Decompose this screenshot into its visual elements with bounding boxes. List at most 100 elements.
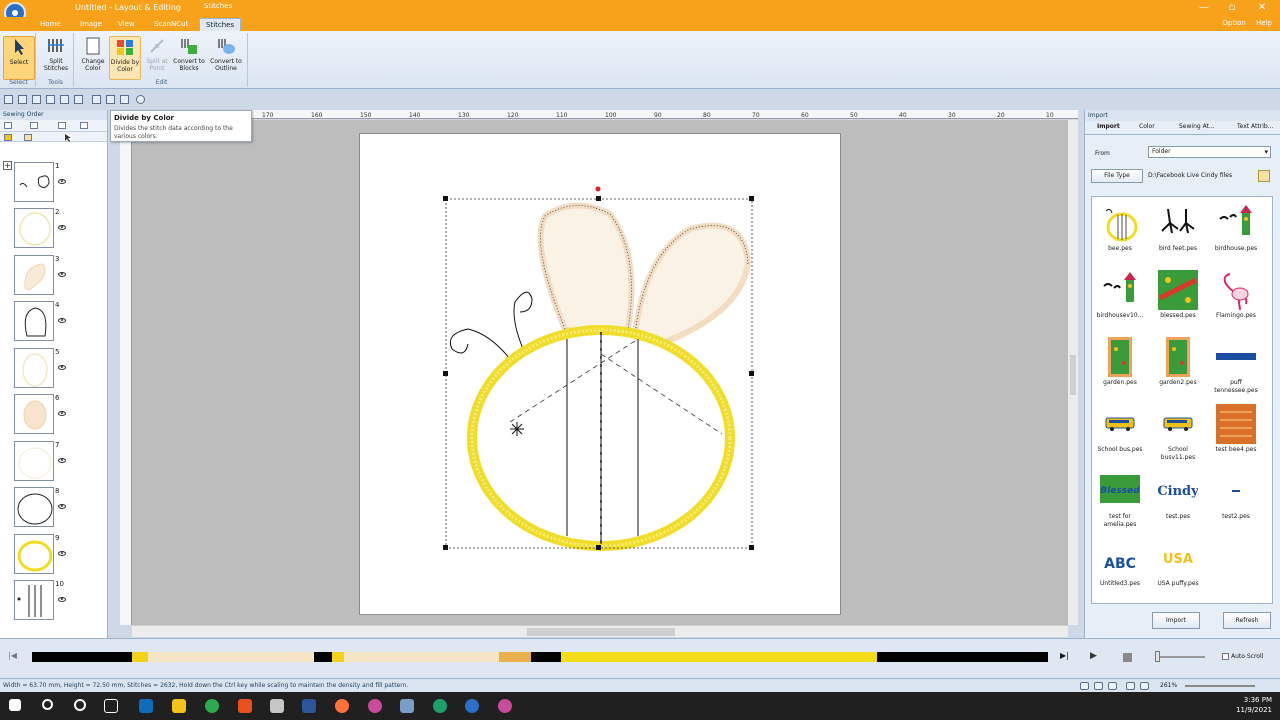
windows-start-icon[interactable] bbox=[9, 699, 21, 711]
color-icon[interactable] bbox=[4, 134, 12, 141]
view-icon[interactable] bbox=[106, 95, 115, 104]
play-icon[interactable]: ▶ bbox=[1090, 651, 1102, 663]
sewing-item-5[interactable] bbox=[14, 348, 54, 388]
tab-view[interactable]: View bbox=[112, 18, 141, 31]
color-segment[interactable] bbox=[332, 652, 344, 662]
auto-scroll-checkbox[interactable] bbox=[1222, 653, 1229, 660]
cortana-icon[interactable] bbox=[74, 699, 86, 711]
refresh-button[interactable]: Refresh bbox=[1223, 612, 1271, 629]
tab-text-attributes[interactable]: Text Attrib... bbox=[1237, 123, 1273, 130]
file-thumb[interactable]: test bee4.pes bbox=[1210, 404, 1262, 454]
vertical-scroll-thumb[interactable] bbox=[1070, 355, 1076, 395]
close-icon[interactable]: ✕ bbox=[1248, 1, 1276, 15]
visibility-eye-icon[interactable] bbox=[58, 225, 66, 230]
firefox-icon[interactable] bbox=[335, 699, 349, 713]
option-menu[interactable]: Option bbox=[1222, 19, 1245, 27]
file-type-button[interactable]: File Type bbox=[1091, 169, 1143, 183]
app-icon[interactable] bbox=[368, 699, 382, 713]
color-segment[interactable] bbox=[499, 652, 531, 662]
sewing-item-10[interactable] bbox=[14, 580, 54, 620]
visibility-eye-icon[interactable] bbox=[58, 272, 66, 277]
file-thumb[interactable]: garden2.pes bbox=[1152, 337, 1204, 387]
auto-scroll-toggle[interactable]: Auto Scroll bbox=[1222, 653, 1263, 660]
file-thumb[interactable]: bee.pes bbox=[1094, 203, 1146, 253]
file-thumb[interactable]: USA USA puffy.pes bbox=[1152, 538, 1204, 588]
sort-icon[interactable] bbox=[58, 122, 66, 129]
help-menu[interactable]: Help bbox=[1256, 19, 1272, 27]
color-segment[interactable] bbox=[561, 652, 877, 662]
file-thumb[interactable]: Flamingo.pes bbox=[1210, 270, 1262, 320]
sewing-item-1[interactable] bbox=[14, 162, 54, 202]
file-thumb[interactable]: garden.pes bbox=[1094, 337, 1146, 387]
preview-icon[interactable] bbox=[92, 95, 101, 104]
tab-import[interactable]: Import bbox=[1097, 123, 1120, 130]
visibility-eye-icon[interactable] bbox=[58, 504, 66, 509]
file-thumb[interactable]: ABC Untitled3.pes bbox=[1094, 538, 1146, 588]
color-sequence-bar[interactable] bbox=[32, 652, 1048, 662]
tab-sewing-attributes[interactable]: Sewing At... bbox=[1179, 123, 1215, 130]
tab-image[interactable]: Image bbox=[74, 18, 108, 31]
sewing-item-4[interactable] bbox=[14, 301, 54, 341]
color-segment[interactable] bbox=[32, 652, 132, 662]
change-color-button[interactable]: Change Color bbox=[77, 36, 109, 80]
minimize-icon[interactable]: — bbox=[1190, 1, 1218, 15]
layout-icon[interactable] bbox=[120, 95, 129, 104]
app-icon[interactable] bbox=[498, 699, 512, 713]
chrome-icon[interactable] bbox=[205, 699, 219, 713]
visibility-eye-icon[interactable] bbox=[58, 597, 66, 602]
sewing-item-8[interactable] bbox=[14, 487, 54, 527]
open-file-icon[interactable] bbox=[18, 95, 27, 104]
file-thumb[interactable]: birdhousev10... bbox=[1094, 270, 1146, 320]
grid-icon[interactable] bbox=[1126, 682, 1135, 690]
new-file-icon[interactable] bbox=[4, 95, 13, 104]
search-icon[interactable] bbox=[42, 699, 53, 710]
file-explorer-icon[interactable] bbox=[172, 699, 186, 713]
redo-icon[interactable] bbox=[74, 95, 83, 104]
color-segment[interactable] bbox=[314, 652, 332, 662]
file-thumb[interactable]: puff tennessee.pes bbox=[1210, 337, 1262, 395]
file-thumb[interactable]: Blessed test for amelia.pes bbox=[1094, 471, 1146, 529]
zoom-icon[interactable] bbox=[46, 95, 55, 104]
from-select[interactable]: Folder bbox=[1148, 146, 1271, 158]
color-segment[interactable] bbox=[148, 652, 314, 662]
visibility-eye-icon[interactable] bbox=[58, 179, 66, 184]
maximize-icon[interactable]: ▫ bbox=[1218, 1, 1246, 15]
file-thumb[interactable]: birdhouse.pes bbox=[1210, 203, 1262, 253]
file-thumb[interactable]: test2.pes bbox=[1210, 471, 1262, 521]
sewing-item-6[interactable] bbox=[14, 394, 54, 434]
fit-icon[interactable] bbox=[4, 122, 12, 129]
view-mode-icon[interactable] bbox=[1080, 682, 1089, 690]
tab-home[interactable]: Home bbox=[34, 18, 67, 31]
tab-stitches[interactable]: Stitches bbox=[199, 18, 242, 31]
help-icon[interactable] bbox=[136, 95, 145, 104]
select-button[interactable]: Select bbox=[3, 36, 35, 80]
file-thumb[interactable]: Cindy test.pes bbox=[1152, 471, 1204, 521]
file-thumb[interactable]: School bus.pes bbox=[1094, 404, 1146, 454]
clock[interactable]: 3:36 PM 11/9/2021 bbox=[1236, 695, 1272, 715]
file-thumb[interactable]: blessed.pes bbox=[1152, 270, 1204, 320]
office-icon[interactable] bbox=[238, 699, 252, 713]
color-segment[interactable] bbox=[132, 652, 148, 662]
horizontal-scroll-thumb[interactable] bbox=[527, 628, 675, 636]
visibility-eye-icon[interactable] bbox=[58, 318, 66, 323]
design-canvas[interactable] bbox=[132, 120, 1068, 625]
app-icon[interactable] bbox=[400, 699, 414, 713]
convert-to-blocks-button[interactable]: Convert to Blocks bbox=[173, 36, 205, 80]
browse-folder-icon[interactable] bbox=[1258, 170, 1270, 182]
file-thumb[interactable]: bird feet.pes bbox=[1152, 203, 1204, 253]
group-icon[interactable] bbox=[30, 122, 38, 129]
color-segment[interactable] bbox=[877, 652, 1048, 662]
word-icon[interactable] bbox=[302, 699, 316, 713]
vertical-scrollbar[interactable] bbox=[1068, 120, 1078, 625]
stitch-view-icon[interactable] bbox=[1108, 682, 1117, 690]
split-stitches-button[interactable]: Split Stitches bbox=[40, 36, 72, 80]
tab-scanncut[interactable]: ScanNCut bbox=[148, 18, 194, 31]
lock-icon[interactable] bbox=[24, 134, 32, 141]
realistic-view-icon[interactable] bbox=[1094, 682, 1103, 690]
expand-icon[interactable]: + bbox=[3, 161, 12, 170]
divide-by-color-button[interactable]: Divide by Color bbox=[109, 36, 141, 80]
horizontal-scrollbar[interactable] bbox=[132, 625, 1068, 637]
stop-icon[interactable] bbox=[1123, 653, 1132, 662]
visibility-eye-icon[interactable] bbox=[58, 551, 66, 556]
convert-to-outline-button[interactable]: Convert to Outline bbox=[207, 36, 245, 80]
